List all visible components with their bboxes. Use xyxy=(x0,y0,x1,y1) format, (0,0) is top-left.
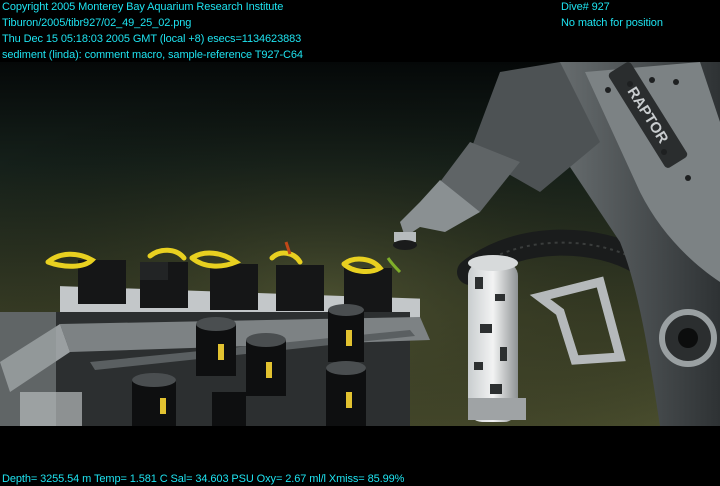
timestamp-line: Thu Dec 15 05:18:03 2005 GMT (local +8) … xyxy=(2,33,302,45)
rov-camera-scene: RAPTOR xyxy=(0,62,720,426)
copyright-line: Copyright 2005 Monterey Bay Aquarium Res… xyxy=(2,1,284,13)
annotation-line: sediment (linda): comment macro, sample-… xyxy=(2,49,303,61)
position-status: No match for position xyxy=(561,17,663,29)
dive-number: Dive# 927 xyxy=(561,1,610,13)
push-core-tray-front xyxy=(0,304,430,426)
overlay-header-right: Dive# 927 No match for position xyxy=(561,0,663,31)
overlay-header-left: Copyright 2005 Monterey Bay Aquarium Res… xyxy=(2,0,303,63)
sensor-readout: Depth= 3255.54 m Temp= 1.581 C Sal= 34.6… xyxy=(2,473,405,485)
image-path-line: Tiburon/2005/tibr927/02_49_25_02.png xyxy=(2,17,192,29)
video-frame: RAPTOR Copyright 2005 Monterey Bay Aquar… xyxy=(0,0,720,486)
